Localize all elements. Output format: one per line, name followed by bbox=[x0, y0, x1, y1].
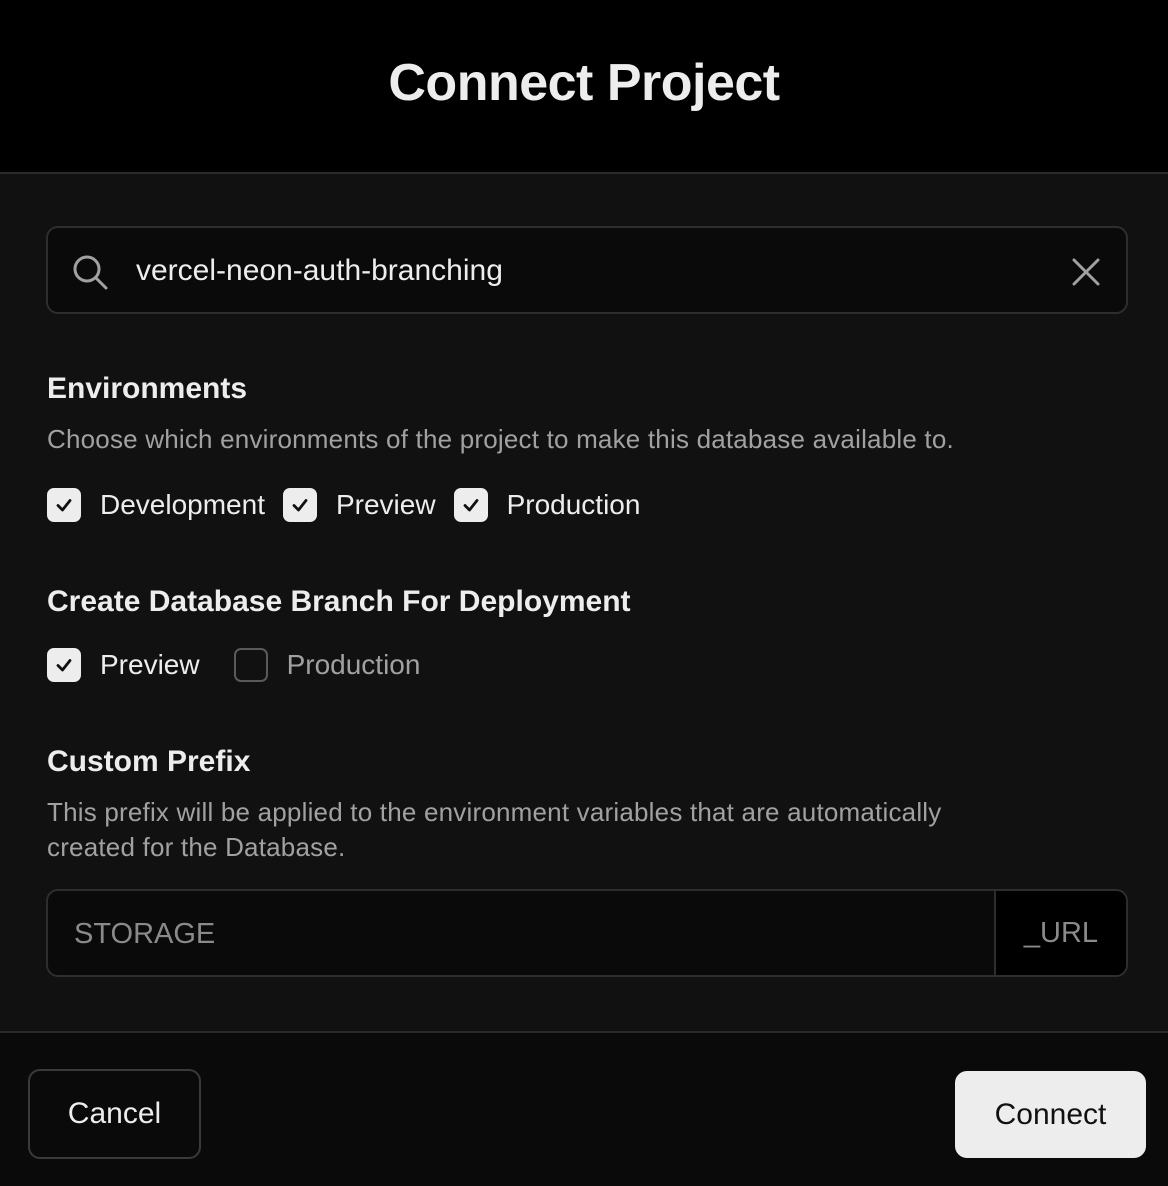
checkbox-checked-icon[interactable] bbox=[282, 488, 317, 522]
checkbox-branch-production[interactable]: Production bbox=[233, 648, 421, 682]
checkbox-label: Development bbox=[100, 489, 265, 520]
environments-title: Environments bbox=[47, 372, 248, 405]
environments-checkbox-group: Development Preview Production bbox=[47, 487, 658, 523]
custom-prefix-title: Custom Prefix bbox=[47, 745, 251, 778]
checkbox-preview[interactable]: Preview bbox=[282, 488, 436, 522]
branching-title: Create Database Branch For Deployment bbox=[47, 585, 631, 618]
custom-prefix-field[interactable]: _URL bbox=[46, 889, 1128, 977]
dialog-header: Connect Project bbox=[0, 0, 1168, 174]
checkbox-production[interactable]: Production bbox=[453, 488, 641, 522]
branching-checkbox-group: Preview Production bbox=[47, 647, 438, 683]
environments-description: Choose which environments of the project… bbox=[47, 424, 954, 454]
checkbox-unchecked-icon[interactable] bbox=[233, 648, 268, 682]
dialog-footer: Cancel Connect bbox=[0, 1031, 1168, 1186]
checkbox-checked-icon[interactable] bbox=[47, 648, 81, 682]
prefix-suffix: _URL bbox=[994, 891, 1126, 975]
checkbox-development[interactable]: Development bbox=[47, 488, 265, 522]
close-icon[interactable] bbox=[1068, 254, 1104, 290]
checkmark-icon bbox=[292, 499, 308, 512]
project-search-input[interactable] bbox=[136, 246, 1036, 296]
checkbox-checked-icon[interactable] bbox=[47, 488, 81, 522]
custom-prefix-description: This prefix will be applied to the envir… bbox=[47, 795, 941, 865]
connect-project-dialog: Connect Project Environments Choose whic… bbox=[0, 0, 1168, 1186]
checkmark-icon bbox=[56, 499, 72, 512]
custom-prefix-description-line2: created for the Database. bbox=[47, 832, 346, 862]
search-icon bbox=[73, 255, 108, 290]
connect-button[interactable]: Connect bbox=[955, 1071, 1146, 1158]
project-search-field[interactable] bbox=[46, 226, 1128, 314]
custom-prefix-description-line1: This prefix will be applied to the envir… bbox=[47, 797, 942, 827]
dialog-title: Connect Project bbox=[388, 54, 780, 112]
checkbox-checked-icon[interactable] bbox=[453, 488, 488, 522]
checkbox-label: Preview bbox=[335, 489, 436, 520]
checkbox-label: Production bbox=[286, 649, 421, 680]
checkmark-icon bbox=[56, 659, 72, 672]
checkbox-label: Preview bbox=[100, 649, 200, 680]
cancel-button[interactable]: Cancel bbox=[28, 1069, 201, 1159]
checkbox-branch-preview[interactable]: Preview bbox=[47, 648, 200, 682]
custom-prefix-input[interactable] bbox=[74, 909, 974, 959]
checkbox-label: Production bbox=[506, 489, 641, 520]
checkmark-icon bbox=[463, 499, 478, 512]
